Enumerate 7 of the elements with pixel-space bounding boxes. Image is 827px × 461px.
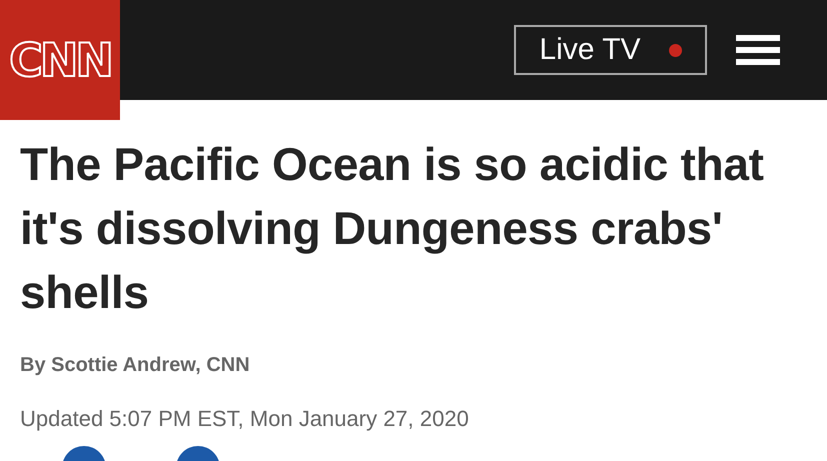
menu-icon[interactable] <box>736 35 780 65</box>
cnn-logo[interactable]: CNN <box>0 0 120 120</box>
byline: By Scottie Andrew, CNN <box>20 354 251 377</box>
live-dot-icon <box>668 44 682 56</box>
live-tv-button[interactable]: Live TV <box>514 25 707 75</box>
updated-timestamp: Updated 5:07 PM EST, Mon January 27, 2020 <box>20 406 470 432</box>
headline: The Pacific Ocean is so acidic that it's dissolving Dungeness crabs' shells <box>20 137 765 320</box>
